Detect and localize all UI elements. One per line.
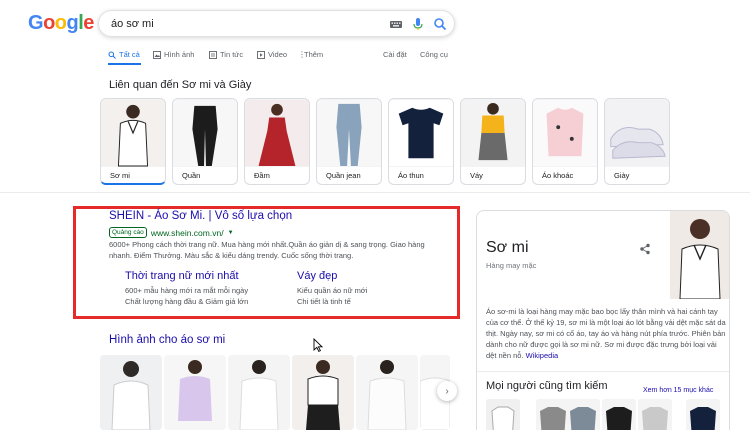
sitelink-line: Chi tiết là tinh tế (297, 297, 351, 306)
related-title: Liên quan đến Sơ mi và Giày (109, 79, 252, 91)
sitelink-line: 600+ mẫu hàng mới ra mắt mỗi ngày (125, 286, 249, 295)
microphone-icon[interactable] (411, 17, 425, 31)
sitelink-line: Chất lượng hàng đầu & Giảm giá lớn (125, 297, 249, 306)
result-image[interactable] (100, 355, 162, 430)
keyboard-icon[interactable] (389, 17, 403, 31)
result-image[interactable] (228, 355, 290, 430)
kp-description-text: Áo sơ-mi là loại hàng may mặc bao bọc lấ… (486, 307, 726, 360)
result-image[interactable] (164, 355, 226, 430)
see-more-link[interactable]: Xem hơn 15 mục khác (643, 387, 713, 394)
related-card[interactable]: Đầm (244, 98, 310, 185)
related-label: Giày (614, 171, 630, 180)
search-icon[interactable] (433, 17, 447, 31)
result-image[interactable] (356, 355, 418, 430)
product-image (389, 99, 453, 167)
video-icon (257, 50, 265, 59)
related-card[interactable]: Váy (460, 98, 526, 185)
ad-title-link[interactable]: SHEIN - Áo Sơ Mi. | Vô số lựa chọn (109, 210, 292, 222)
kp-title: Sơ mi (486, 239, 529, 256)
tab-all[interactable]: Tất cả (108, 50, 140, 59)
related-label: Sơ mi (110, 171, 130, 180)
related-thumbnail[interactable] (566, 399, 600, 430)
related-label: Áo thun (398, 171, 424, 180)
kp-divider (477, 371, 729, 372)
related-card[interactable]: Quần (172, 98, 238, 185)
ad-badge: Quảng cáo (109, 227, 147, 238)
product-image (533, 99, 597, 167)
tab-more[interactable]: ⋮ Thêm (298, 50, 323, 59)
knowledge-panel: Sơ mi Hàng may mặc Áo sơ-mi là loại hàng… (476, 210, 730, 430)
ad-sitelink: Thời trang nữ mới nhất 600+ mẫu hàng mới… (125, 270, 248, 307)
product-image (461, 99, 525, 167)
section-divider (0, 192, 750, 193)
related-label: Váy (470, 171, 483, 180)
kp-photo[interactable] (670, 211, 730, 299)
related-thumbnail[interactable] (486, 399, 520, 430)
active-tab-indicator (108, 63, 141, 65)
related-label: Quần jean (326, 171, 361, 180)
related-card[interactable]: Áo thun (388, 98, 454, 185)
google-logo[interactable]: Google (28, 12, 94, 35)
images-section-title[interactable]: Hình ảnh cho áo sơ mi (109, 334, 225, 346)
tab-video[interactable]: Video (257, 50, 287, 59)
related-label: Đầm (254, 171, 270, 180)
related-thumbnail[interactable] (536, 399, 570, 430)
tab-label: Video (268, 50, 288, 59)
ad-description: 6000+ Phong cách thời trang nữ. Mua hàng… (109, 240, 425, 260)
tab-news[interactable]: Tin tức (209, 50, 243, 59)
sitelink-title[interactable]: Váy đẹp (297, 270, 367, 282)
wikipedia-link[interactable]: Wikipedia (526, 351, 559, 360)
share-icon[interactable] (639, 243, 651, 255)
related-card[interactable]: Giày (604, 98, 670, 185)
product-image (173, 99, 237, 167)
sitelink-title[interactable]: Thời trang nữ mới nhất (125, 270, 248, 282)
search-box (98, 10, 455, 37)
related-card[interactable]: Áo khoác (532, 98, 598, 185)
mouse-cursor-icon (313, 338, 323, 352)
related-card[interactable]: Sơ mi (100, 98, 166, 185)
tab-settings[interactable]: Cài đặt (383, 50, 407, 59)
carousel-next-button[interactable]: › (437, 381, 457, 401)
sitelink-line: Kiểu quần áo nữ mới (297, 286, 368, 295)
logo-letter: g (66, 12, 79, 34)
ad-url-row: Quảng cáo www.shein.com.vn/ ▼ (109, 227, 234, 238)
tab-label: Tin tức (220, 50, 244, 59)
related-label: Áo khoác (542, 171, 574, 180)
search-icon (108, 51, 116, 59)
related-thumbnail[interactable] (638, 399, 672, 430)
tab-images[interactable]: Hình ảnh (153, 50, 194, 59)
news-icon (209, 50, 217, 59)
chevron-right-icon: › (445, 385, 449, 397)
people-also-search-title: Mọi người cũng tìm kiếm (486, 380, 608, 392)
product-image (605, 99, 669, 167)
product-image (245, 99, 309, 167)
logo-letter: o (54, 12, 67, 34)
logo-letter: e (83, 12, 94, 34)
related-thumbnail[interactable] (686, 399, 720, 430)
tab-label: Tất cả (119, 50, 140, 59)
related-card[interactable]: Quần jean (316, 98, 382, 185)
related-label: Quần (182, 171, 201, 180)
image-icon (153, 50, 161, 59)
kp-subtitle: Hàng may mặc (486, 261, 537, 270)
product-image (101, 99, 165, 167)
tab-label: Thêm (304, 50, 324, 59)
logo-letter: o (43, 12, 55, 34)
tab-label: Cài đặt (383, 50, 407, 59)
tab-tools[interactable]: Công cụ (420, 50, 448, 59)
search-tabs: Tất cả Hình ảnh Tin tức Video ⋮ Thêm Cài… (108, 50, 750, 64)
ad-sitelink: Váy đẹp Kiểu quần áo nữ mới Chi tiết là … (297, 270, 367, 307)
result-image[interactable] (292, 355, 354, 430)
more-icon: ⋮ (298, 49, 306, 59)
related-thumbnail[interactable] (602, 399, 636, 430)
caret-down-icon[interactable]: ▼ (228, 230, 234, 236)
search-input[interactable] (111, 15, 371, 33)
tab-label: Hình ảnh (164, 50, 195, 59)
product-image (317, 99, 381, 167)
logo-letter: G (28, 12, 44, 34)
tab-label: Công cụ (420, 50, 448, 59)
ad-url[interactable]: www.shein.com.vn/ (151, 228, 224, 238)
kp-description: Áo sơ-mi là loại hàng may mặc bao bọc lấ… (486, 306, 728, 361)
